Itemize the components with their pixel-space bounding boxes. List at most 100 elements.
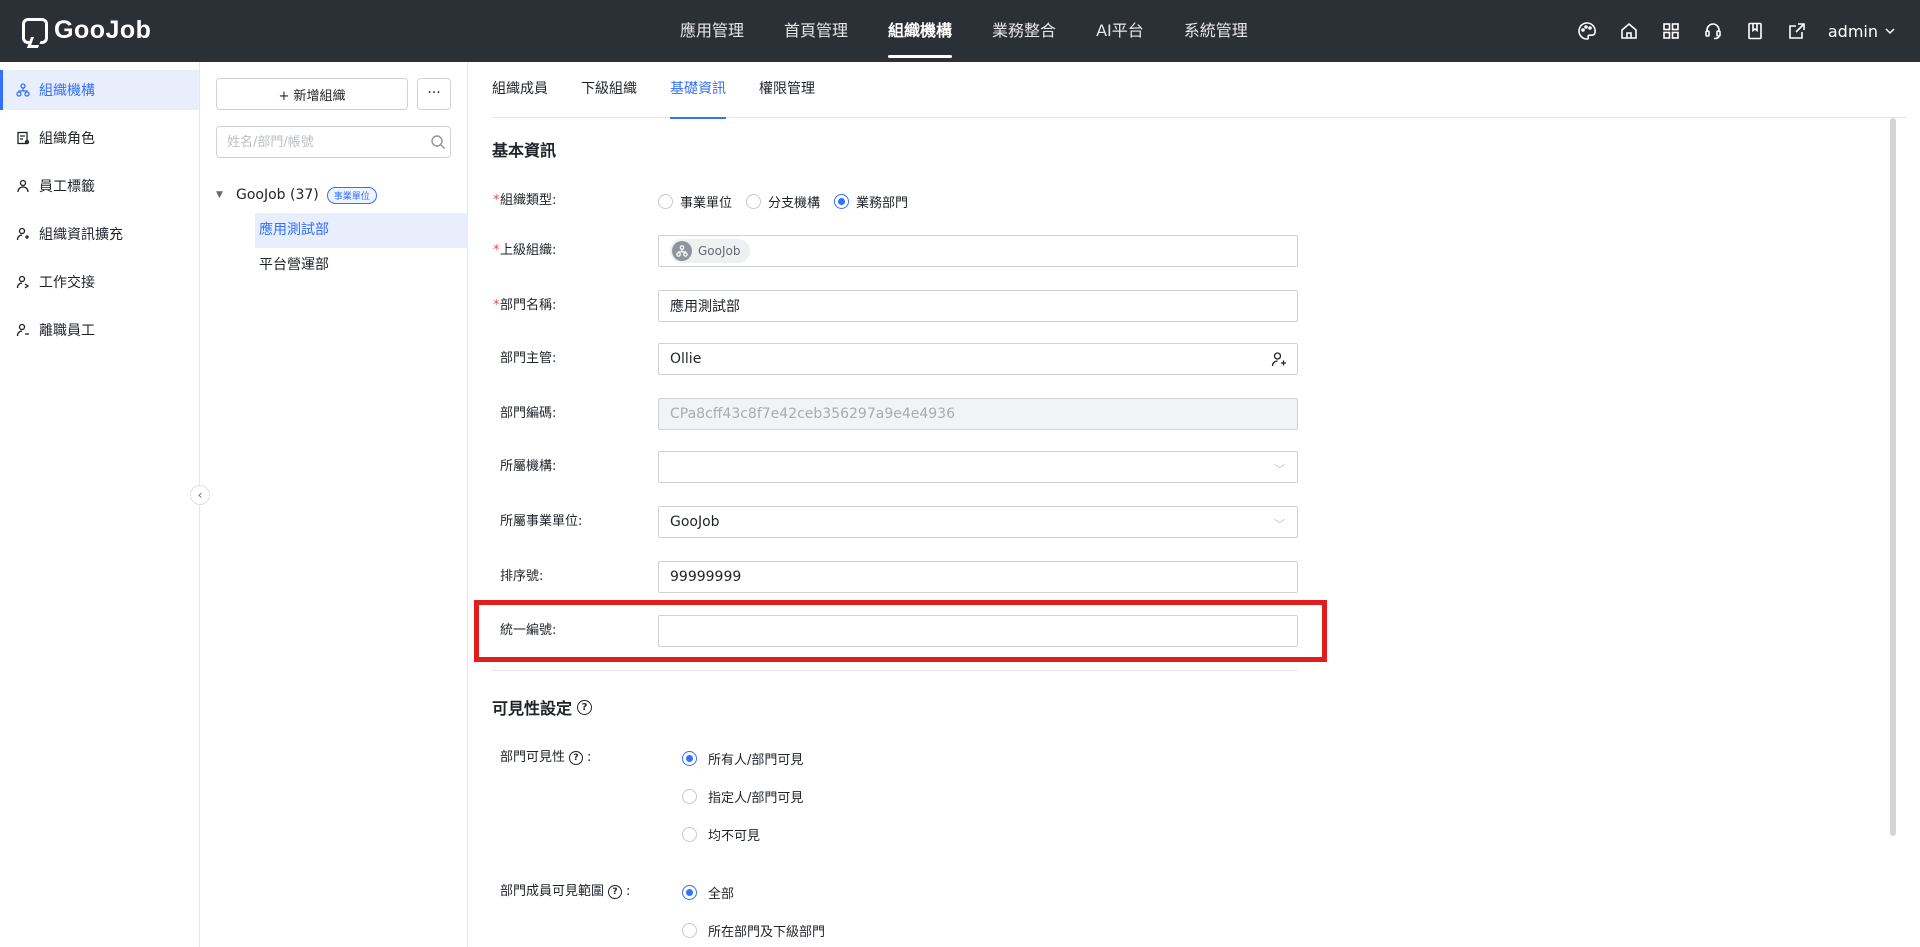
top-nav-ai-platform[interactable]: AI平台 (1076, 0, 1164, 62)
tab-members[interactable]: 組織成員 (492, 62, 548, 118)
chevron-down-icon: ﹀ (1274, 518, 1285, 531)
dept-name-label-text: 部門名稱: (500, 298, 557, 313)
user-menu[interactable]: admin (1828, 22, 1896, 41)
member-scope-row: 部門成員可見範圍?: 全部 (492, 879, 1292, 905)
dept-visibility-row-2: 指定人/部門可見 (492, 783, 1292, 809)
dept-name-input[interactable]: 應用測試部 (658, 290, 1298, 322)
search-icon[interactable] (430, 134, 446, 150)
home-icon[interactable] (1618, 20, 1640, 42)
radio-icon (746, 193, 762, 209)
visibility-option-all[interactable]: 所有人/部門可見 (682, 745, 803, 771)
org-type-option-branch[interactable]: 分支機構 (746, 192, 820, 211)
more-options-button[interactable]: ··· (417, 78, 451, 110)
scope-option-dept-and-sub[interactable]: 所在部門及下級部門 (682, 917, 825, 943)
top-nav-business-integration[interactable]: 業務整合 (972, 0, 1076, 62)
collapse-sidebar-button[interactable]: ‹ (190, 485, 210, 505)
caret-down-icon[interactable]: ▼ (216, 190, 228, 200)
org-tree-panel: + 新增組織 ··· ▼ GooJob (37) 事業單位 應用測試部 平台營運… (200, 62, 468, 947)
sidebar-item-org-extension[interactable]: 組織資訊擴充 (0, 214, 199, 254)
chevron-down-icon: ﹀ (1274, 463, 1285, 476)
belong-unit-select[interactable]: GooJob ﹀ (658, 506, 1298, 538)
required-mark: * (493, 298, 500, 313)
role-icon (17, 131, 30, 145)
member-scope-row-2: 所在部門及下級部門 (492, 917, 1292, 943)
tree-root-node[interactable]: ▼ GooJob (37) 事業單位 (216, 180, 377, 210)
export-icon[interactable] (1786, 20, 1808, 42)
help-icon[interactable]: ? (577, 699, 593, 715)
required-mark: * (493, 193, 500, 208)
radio-icon (682, 826, 697, 842)
parent-org-label-text: 上級組織: (500, 243, 557, 258)
visibility-option-specified[interactable]: 指定人/部門可見 (682, 783, 803, 809)
unified-no-text[interactable] (670, 623, 1286, 639)
add-organization-button[interactable]: + 新增組織 (216, 78, 408, 110)
visibility-option-none[interactable]: 均不可見 (682, 821, 760, 847)
member-scope-label-text: 部門成員可見範圍 (500, 884, 605, 899)
colon: : (626, 884, 631, 899)
tree-node-app-testing[interactable]: 應用測試部 (255, 213, 468, 248)
radio-checked-icon (834, 193, 850, 209)
belong-unit-row: 所屬事業單位: GooJob ﹀ (492, 506, 1298, 538)
top-nav: 應用管理 首頁管理 組織機構 業務整合 AI平台 系統管理 (660, 0, 1268, 62)
belong-org-select[interactable]: ﹀ (658, 451, 1298, 483)
tab-sub-organizations[interactable]: 下級組織 (581, 62, 637, 118)
palette-icon[interactable] (1576, 20, 1598, 42)
top-nav-app-management[interactable]: 應用管理 (660, 0, 764, 62)
tab-bar: 組織成員 下級組織 基礎資訊 權限管理 (492, 62, 1907, 119)
dept-visibility-row: 部門可見性?: 所有人/部門可見 (492, 745, 1292, 771)
org-type-option-business-dept[interactable]: 業務部門 (834, 192, 908, 211)
section-divider (492, 670, 1298, 671)
required-mark: * (493, 243, 500, 258)
parent-org-chip[interactable]: GooJob (670, 239, 751, 263)
parent-org-field[interactable]: GooJob (658, 235, 1298, 267)
visibility-title-text: 可見性設定 (492, 699, 573, 718)
org-icon (16, 83, 30, 97)
sidebar-item-handover[interactable]: 工作交接 (0, 262, 199, 302)
scope-option-all[interactable]: 全部 (682, 879, 734, 905)
radio-label: 所在部門及下級部門 (708, 924, 826, 940)
sidebar-item-label: 工作交接 (39, 275, 95, 291)
radio-icon (682, 788, 697, 804)
tree-root-label: GooJob (37) (236, 187, 319, 203)
unified-no-input[interactable] (658, 615, 1298, 647)
radio-checked-icon (682, 750, 697, 766)
tab-permissions[interactable]: 權限管理 (759, 62, 815, 118)
tag-icon (17, 179, 29, 193)
logo-text: GooJob (54, 16, 152, 44)
top-bar: GooJob 應用管理 首頁管理 組織機構 業務整合 AI平台 系統管理 adm… (0, 0, 1920, 62)
unified-no-row: 統一編號: (492, 615, 1298, 647)
tree-node-platform-ops[interactable]: 平台營運部 (255, 248, 468, 283)
top-nav-homepage-management[interactable]: 首頁管理 (764, 0, 868, 62)
tab-basic-info[interactable]: 基礎資訊 (670, 62, 726, 119)
org-search-input[interactable] (216, 126, 451, 158)
scrollbar[interactable] (1890, 118, 1896, 836)
logo-icon (22, 17, 48, 44)
dept-manager-label: 部門主管: (500, 351, 557, 366)
org-type-radio-group: 事業單位 分支機構 業務部門 (658, 185, 908, 217)
org-type-option-business-unit[interactable]: 事業單位 (658, 192, 732, 211)
book-icon[interactable] (1744, 20, 1766, 42)
sidebar-item-label: 組織資訊擴充 (39, 227, 123, 243)
dept-code-row: 部門編碼: CPa8cff43c8f7e42ceb356297a9e4e4936 (492, 398, 1298, 430)
radio-icon (682, 922, 697, 938)
dept-manager-field[interactable]: Ollie (658, 343, 1298, 375)
top-nav-organization[interactable]: 組織機構 (868, 0, 972, 62)
parent-org-row: * 上級組織: GooJob (492, 235, 1298, 267)
add-user-icon[interactable] (1271, 351, 1287, 367)
logo[interactable]: GooJob (22, 16, 151, 45)
apps-grid-icon[interactable] (1660, 20, 1682, 42)
sort-no-input[interactable]: 99999999 (658, 561, 1298, 593)
sidebar-item-roles[interactable]: 組織角色 (0, 118, 199, 158)
support-icon[interactable] (1702, 20, 1724, 42)
main-content: 組織成員 下級組織 基礎資訊 權限管理 基本資訊 * 組織類型: 事業單位 分支機… (469, 62, 1920, 947)
help-icon[interactable]: ? (569, 751, 584, 765)
sidebar-item-tags[interactable]: 員工標籤 (0, 166, 199, 206)
dept-code-label: 部門編碼: (500, 406, 557, 421)
sidebar-item-organization[interactable]: 組織機構 (0, 70, 199, 110)
radio-label: 全部 (708, 886, 735, 902)
sidebar-item-resigned[interactable]: 離職員工 (0, 310, 199, 350)
top-nav-system-management[interactable]: 系統管理 (1164, 0, 1268, 62)
radio-label: 分支機構 (768, 195, 821, 211)
help-icon[interactable]: ? (608, 885, 623, 899)
org-type-label-text: 組織類型: (500, 193, 557, 208)
